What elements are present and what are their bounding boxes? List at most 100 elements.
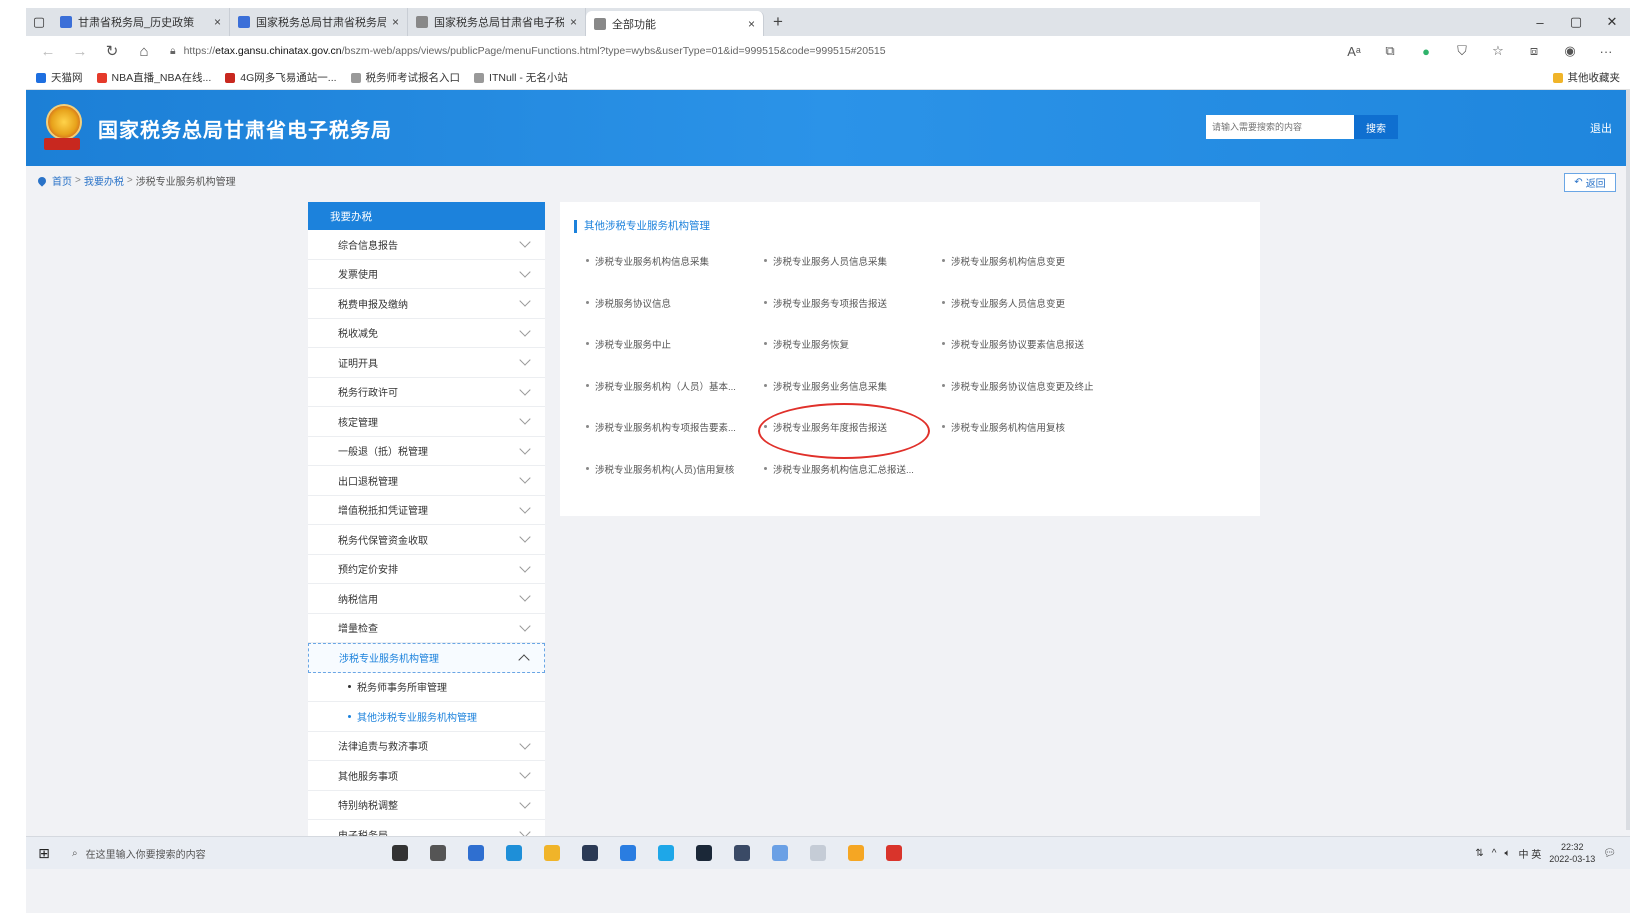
- site-search-input[interactable]: [1206, 115, 1354, 139]
- sidebar-item[interactable]: 预约定价安排: [308, 554, 545, 584]
- network-icon[interactable]: ⇅: [1475, 848, 1483, 859]
- taskbar-app-steam[interactable]: [688, 839, 720, 867]
- taskbar-clock[interactable]: 22:32 2022-03-13: [1549, 841, 1595, 865]
- volume-icon[interactable]: 🔈︎: [1504, 848, 1510, 859]
- function-link[interactable]: 涉税专业服务机构信息汇总报送...: [764, 462, 942, 504]
- bookmark-item[interactable]: ITNull - 无名小站: [474, 70, 568, 85]
- taskbar-app-circle-app[interactable]: [726, 839, 758, 867]
- windows-start-icon[interactable]: ⊞: [26, 845, 62, 862]
- sidebar-item[interactable]: 一般退（抵）税管理: [308, 436, 545, 466]
- browser-tab[interactable]: 全部功能 ×: [586, 11, 764, 36]
- more-menu-icon[interactable]: ···: [1590, 44, 1622, 59]
- chevron-up-tray-icon[interactable]: ^: [1492, 848, 1497, 859]
- sidebar-item[interactable]: 出口退税管理: [308, 466, 545, 496]
- tab-close-icon[interactable]: ×: [748, 17, 755, 31]
- taskbar-app-wps[interactable]: [878, 839, 910, 867]
- refresh-icon[interactable]: ↻: [98, 42, 126, 60]
- taskbar-apps: [384, 839, 910, 867]
- other-bookmarks-folder[interactable]: 其他收藏夹: [1552, 70, 1620, 85]
- taskbar-app-dark-app[interactable]: [574, 839, 606, 867]
- close-window-button[interactable]: ✕: [1594, 8, 1630, 36]
- minimize-button[interactable]: –: [1522, 8, 1558, 36]
- sidebar-subitem[interactable]: 税务师事务所审管理: [308, 672, 545, 702]
- taskbar-app-folder[interactable]: [536, 839, 568, 867]
- function-link[interactable]: 涉税专业服务中止: [586, 337, 764, 379]
- taskbar-search[interactable]: ⌕ 在这里输入你要搜索的内容: [62, 837, 342, 869]
- taskbar-app-edge[interactable]: [498, 839, 530, 867]
- read-aloud-icon[interactable]: Aᵃ: [1338, 44, 1370, 59]
- sidebar-item[interactable]: 证明开具: [308, 348, 545, 378]
- function-link[interactable]: 涉税专业服务业务信息采集: [764, 379, 942, 421]
- function-link[interactable]: 涉税专业服务机构信息采集: [586, 254, 764, 296]
- tab-actions-icon[interactable]: ▢: [26, 8, 52, 36]
- back-arrow-icon[interactable]: ←: [34, 43, 62, 60]
- taskbar-app-mail[interactable]: [612, 839, 644, 867]
- favorites-star-icon[interactable]: ☆: [1482, 43, 1514, 59]
- page-scrollbar[interactable]: [1626, 90, 1630, 830]
- function-link[interactable]: 涉税专业服务协议信息变更及终止: [942, 379, 1120, 421]
- tab-close-icon[interactable]: ×: [214, 15, 221, 29]
- function-link[interactable]: 涉税服务协议信息: [586, 296, 764, 338]
- bookmark-item[interactable]: 4G网多飞易通站一...: [225, 70, 337, 85]
- function-link[interactable]: 涉税专业服务人员信息变更: [942, 296, 1120, 338]
- tab-close-icon[interactable]: ×: [570, 15, 577, 29]
- function-link[interactable]: 涉税专业服务恢复: [764, 337, 942, 379]
- taskbar-app-tool-app[interactable]: [802, 839, 834, 867]
- tab-close-icon[interactable]: ×: [392, 15, 399, 29]
- sidebar-subitem[interactable]: 其他涉税专业服务机构管理: [308, 702, 545, 732]
- forward-arrow-icon[interactable]: →: [66, 43, 94, 60]
- browser-tab[interactable]: 国家税务总局甘肃省电子税务局 ×: [408, 8, 586, 36]
- function-link[interactable]: 涉税专业服务机构（人员）基本...: [586, 379, 764, 421]
- collections-icon[interactable]: ⧈: [1518, 43, 1550, 59]
- sidebar-item[interactable]: 税费申报及缴纳: [308, 289, 545, 319]
- taskbar-app-explorer-file[interactable]: [422, 839, 454, 867]
- back-button[interactable]: ↶ 返回: [1564, 173, 1616, 192]
- sidebar-item[interactable]: 法律追责与救济事项: [308, 731, 545, 761]
- maximize-button[interactable]: ▢: [1558, 8, 1594, 36]
- url-input[interactable]: 🔒︎ https://etax.gansu.chinatax.gov.cn/bs…: [162, 40, 1334, 62]
- function-link[interactable]: 涉税专业服务人员信息采集: [764, 254, 942, 296]
- function-link[interactable]: 涉税专业服务机构信用复核: [942, 420, 1120, 462]
- taskbar-app-chat-app[interactable]: [840, 839, 872, 867]
- sidebar-item-open[interactable]: 涉税专业服务机构管理: [308, 643, 545, 673]
- function-link[interactable]: 涉税专业服务机构信息变更: [942, 254, 1120, 296]
- sidebar-item[interactable]: 税务行政许可: [308, 377, 545, 407]
- pen-app-icon: [772, 845, 788, 861]
- function-link[interactable]: 涉税专业服务协议要素信息报送: [942, 337, 1120, 379]
- breadcrumb-home[interactable]: 首页: [52, 173, 72, 188]
- function-link[interactable]: 涉税专业服务机构专项报告要素...: [586, 420, 764, 462]
- sidebar-item[interactable]: 税务代保管资金收取: [308, 525, 545, 555]
- sidebar-item[interactable]: 增值税抵扣凭证管理: [308, 495, 545, 525]
- bookmark-item[interactable]: NBA直播_NBA在线...: [96, 70, 211, 85]
- function-link-highlighted[interactable]: 涉税专业服务年度报告报送: [764, 420, 942, 462]
- taskbar-app-task-view[interactable]: [384, 839, 416, 867]
- sidebar-item[interactable]: 增量检查: [308, 613, 545, 643]
- notification-icon[interactable]: 💬︎: [1603, 848, 1616, 859]
- home-icon[interactable]: ⌂: [130, 43, 158, 60]
- taskbar-app-calendar[interactable]: [460, 839, 492, 867]
- extension-icon[interactable]: ⧉: [1374, 43, 1406, 59]
- site-search-button[interactable]: 搜索: [1354, 115, 1398, 139]
- bookmark-item[interactable]: 税务师考试报名入口: [350, 70, 460, 85]
- sidebar-item[interactable]: 税收减免: [308, 318, 545, 348]
- sidebar-item[interactable]: 特别纳税调整: [308, 790, 545, 820]
- function-link[interactable]: 涉税专业服务专项报告报送: [764, 296, 942, 338]
- sidebar-item[interactable]: 综合信息报告: [308, 230, 545, 260]
- input-method-indicator[interactable]: 中 英: [1518, 846, 1541, 861]
- taskbar-app-video[interactable]: [650, 839, 682, 867]
- browser-tab[interactable]: 甘肃省税务局_历史政策 ×: [52, 8, 230, 36]
- shield-icon[interactable]: ⛉: [1446, 43, 1478, 59]
- sidebar-item[interactable]: 其他服务事项: [308, 761, 545, 791]
- taskbar-app-pen-app[interactable]: [764, 839, 796, 867]
- profile-avatar-icon[interactable]: ◉: [1554, 43, 1586, 59]
- function-link[interactable]: 涉税专业服务机构(人员)信用复核: [586, 462, 764, 504]
- breadcrumb-level1[interactable]: 我要办税: [84, 173, 124, 188]
- logout-link[interactable]: 退出: [1590, 120, 1612, 136]
- bookmark-item[interactable]: 天猫网: [36, 70, 83, 85]
- sidebar-item[interactable]: 核定管理: [308, 407, 545, 437]
- sidebar-item[interactable]: 发票使用: [308, 259, 545, 289]
- new-tab-button[interactable]: +: [764, 8, 792, 36]
- sidebar-item[interactable]: 纳税信用: [308, 584, 545, 614]
- green-extension-icon[interactable]: ●: [1410, 44, 1442, 59]
- browser-tab[interactable]: 国家税务总局甘肃省税务局 ×: [230, 8, 408, 36]
